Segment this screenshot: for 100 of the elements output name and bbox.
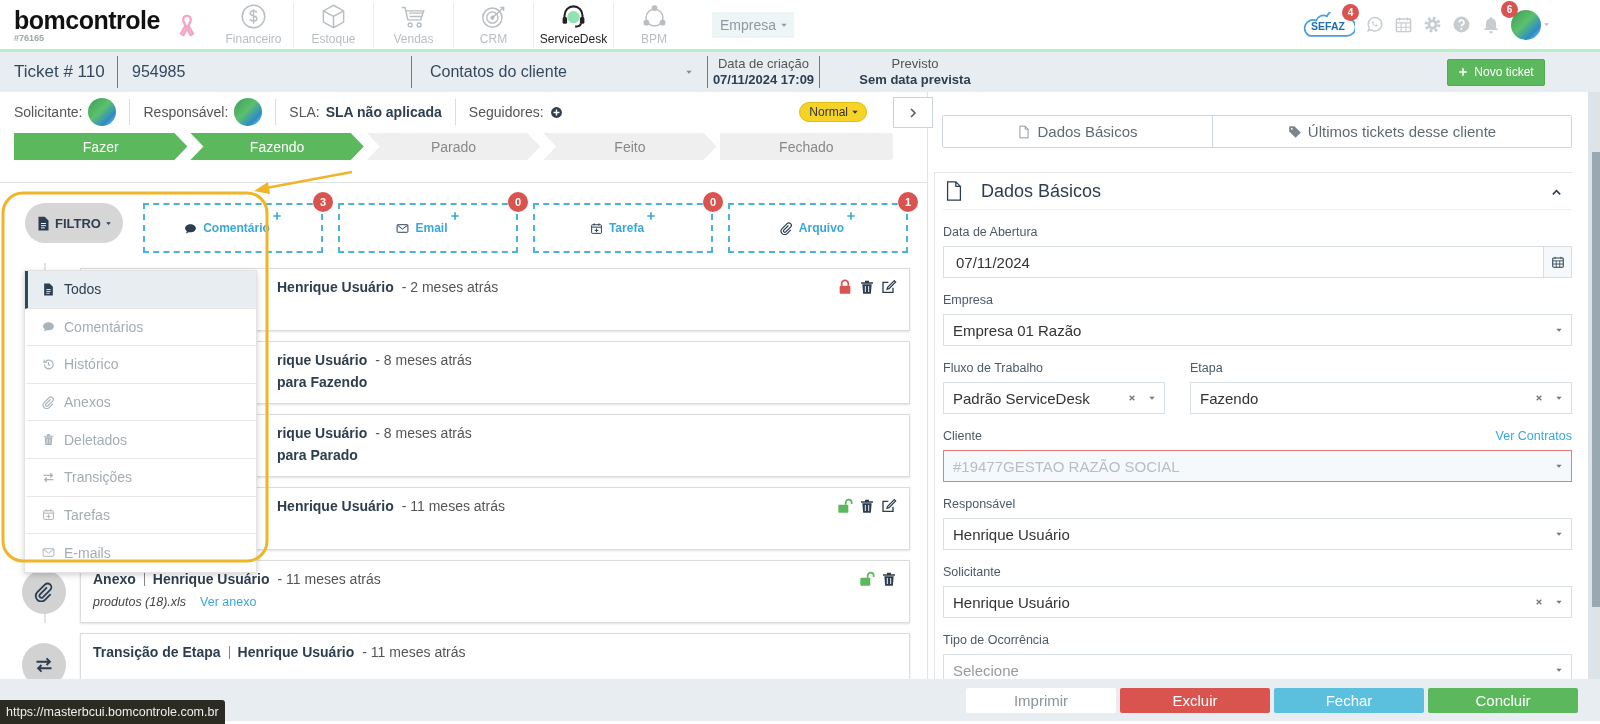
paperclip-icon [42, 395, 55, 409]
edit-icon[interactable] [881, 498, 897, 514]
field-label: Solicitante [943, 564, 1001, 580]
edit-icon[interactable] [881, 279, 897, 295]
field-label: Fluxo de Trabalho [943, 360, 1044, 376]
comment-icon [42, 320, 55, 334]
field-label: Empresa [943, 292, 994, 308]
time-ago: - 11 meses atrás [277, 571, 381, 587]
avatar[interactable] [1511, 9, 1541, 40]
author-name: Henrique Usuário [152, 571, 270, 587]
module-tab[interactable]: CRM [454, 1, 534, 48]
module-tab[interactable]: ServiceDesk [534, 1, 614, 48]
author-name: rique Usuário [277, 352, 368, 368]
module-tab[interactable]: Vendas [374, 1, 454, 48]
filter-option[interactable]: Histórico [25, 346, 256, 384]
calendar-plus-icon [589, 221, 603, 235]
entry-text: para Fazendo [277, 374, 369, 390]
time-ago: - 11 meses atrás [362, 644, 466, 660]
caret-icon [685, 68, 693, 76]
delete-button[interactable]: Excluir [1120, 687, 1270, 713]
filter-option[interactable]: Deletados [25, 421, 256, 459]
select-field[interactable]: Henrique Usuário [943, 518, 1572, 550]
document-icon [1017, 124, 1032, 139]
scrollbar[interactable] [1588, 92, 1600, 679]
plus-icon [271, 211, 282, 221]
stage-step[interactable]: Feito [543, 133, 717, 160]
section-title: Dados Básicos [981, 180, 1102, 202]
trash-icon[interactable] [881, 571, 897, 587]
transfer-icon [42, 470, 55, 484]
status-url: https://masterbcui.bomcontrole.com.br [0, 700, 225, 724]
stage-step[interactable]: Fazer [14, 133, 188, 160]
stage-step[interactable]: Fazendo [190, 133, 364, 160]
clear-icon[interactable] [1535, 394, 1543, 402]
filter-option[interactable]: Transições [25, 458, 256, 497]
filter-option[interactable]: Tarefas [25, 496, 256, 535]
account-number: #76165 [14, 32, 46, 43]
date-field[interactable]: 07/11/2024 [943, 246, 1572, 278]
count-badge: 0 [703, 192, 723, 212]
trash-icon [42, 433, 55, 447]
select-field[interactable]: Fazendo [1190, 382, 1572, 414]
contact-select[interactable]: Contatos do cliente [412, 56, 708, 88]
caret-icon [1555, 598, 1563, 606]
avatar[interactable] [234, 98, 263, 126]
filter-option[interactable]: E-mails [25, 534, 256, 572]
bell-icon [1481, 14, 1501, 35]
module-tab[interactable]: BPM [614, 1, 694, 48]
settings-icon [1423, 15, 1442, 34]
entry-type: Transição de Etapa [93, 645, 230, 659]
count-badge: 4 [1342, 3, 1359, 21]
panel-tab[interactable]: Dados Básicos [943, 116, 1213, 147]
chevron-right-icon [907, 106, 919, 119]
stage-step[interactable]: Parado [366, 133, 541, 160]
filter-button[interactable]: FILTRO [25, 203, 123, 243]
document-icon [42, 282, 55, 296]
stage-step[interactable]: Fechado [719, 133, 894, 160]
calendar-icon [1394, 15, 1413, 34]
select-field[interactable]: Selecione [943, 654, 1572, 679]
help-icon [1452, 15, 1471, 34]
author-name: rique Usuário [277, 425, 368, 441]
module-tab[interactable]: Estoque [294, 1, 374, 48]
count-badge: 3 [313, 192, 333, 212]
clear-icon[interactable] [1535, 598, 1543, 606]
lock-icon[interactable] [837, 279, 853, 295]
unlock-icon[interactable] [837, 498, 853, 514]
count-badge: 6 [1501, 0, 1518, 18]
plus-icon [646, 211, 657, 221]
unlock-icon[interactable] [859, 571, 875, 587]
time-ago: - 2 meses atrás [401, 279, 499, 295]
clear-icon[interactable] [1128, 394, 1136, 402]
trash-icon[interactable] [859, 498, 875, 514]
select-field[interactable]: Empresa 01 Razão [943, 314, 1572, 346]
select-field[interactable]: Padrão ServiceDesk [943, 382, 1165, 414]
add-icon[interactable] [549, 105, 563, 119]
author-name: Henrique Usuário [277, 498, 394, 514]
new-ticket-button[interactable]: Novo ticket [1447, 58, 1545, 86]
calendar-button[interactable] [1543, 247, 1571, 277]
trash-icon[interactable] [859, 279, 875, 295]
caret-icon [851, 108, 859, 116]
plus-icon [449, 211, 460, 221]
tag-icon [1287, 124, 1302, 139]
filter-option[interactable]: Comentários [25, 308, 256, 347]
avatar[interactable] [88, 98, 117, 126]
caret-icon [1555, 394, 1563, 402]
filter-option[interactable]: Anexos [25, 383, 256, 422]
file-name: produtos (18).xls [93, 595, 187, 609]
dollar-icon [240, 3, 267, 30]
complete-button[interactable]: Concluir [1428, 687, 1578, 713]
print-button[interactable]: Imprimir [966, 687, 1116, 713]
author-name: Henrique Usuário [277, 279, 394, 295]
close-button[interactable]: Fechar [1274, 687, 1424, 713]
priority-badge[interactable]: Normal [799, 102, 867, 122]
caret-icon [1148, 394, 1156, 402]
field-label: Responsável [943, 496, 1016, 512]
envelope-icon [42, 546, 55, 560]
select-field[interactable]: Henrique Usuário [943, 586, 1572, 618]
view-attachment-link[interactable]: Ver anexo [200, 595, 257, 609]
caret-icon [1543, 21, 1550, 28]
module-tab[interactable]: Financeiro [214, 1, 294, 48]
logo[interactable]: bomcontrole [14, 6, 176, 33]
filter-option[interactable]: Todos [25, 271, 256, 309]
